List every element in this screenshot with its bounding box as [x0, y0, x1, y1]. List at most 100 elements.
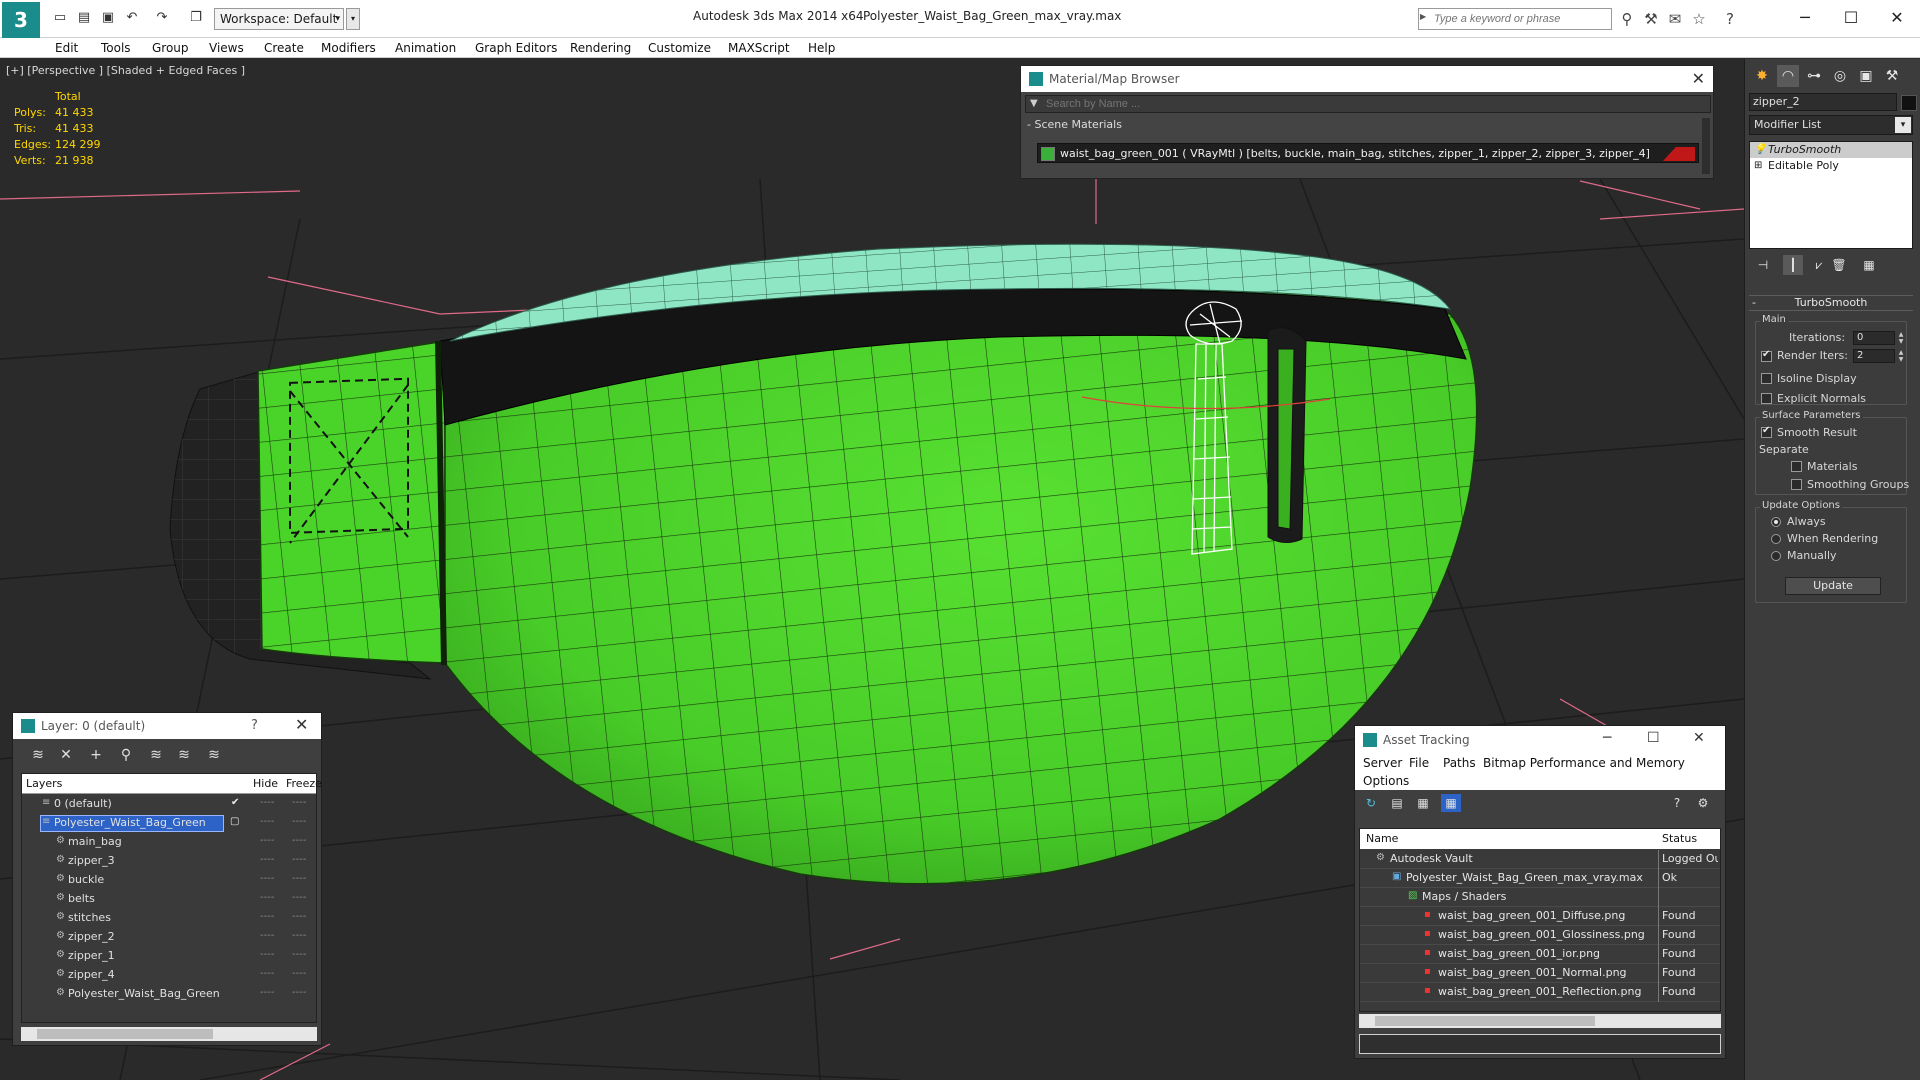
material-search-input[interactable]	[1046, 97, 1686, 111]
new-file-icon[interactable]: ▭	[50, 8, 70, 28]
layer-row[interactable]: ⚙ main_bag ---- ----	[22, 833, 316, 852]
select-objects-icon[interactable]: ⚲	[115, 745, 137, 765]
motion-tab-icon[interactable]: ◎	[1829, 65, 1851, 87]
freeze-toggle[interactable]: ----	[292, 930, 306, 941]
set-current-box-icon[interactable]: ▢	[230, 816, 239, 827]
refresh-icon[interactable]: ↻	[1361, 794, 1381, 812]
update-always-radio[interactable]	[1771, 517, 1781, 527]
asset-row[interactable]: ▨ Maps / Shaders	[1360, 888, 1720, 907]
freeze-toggle[interactable]: ----	[292, 911, 306, 922]
asset-row[interactable]: ▪ waist_bag_green_001_Reflection.png Found	[1360, 983, 1720, 1002]
create-tab-icon[interactable]: ✸	[1751, 65, 1773, 87]
hide-toggle[interactable]: ----	[260, 892, 274, 903]
menu-create[interactable]: Create	[264, 41, 304, 55]
display-tab-icon[interactable]: ▣	[1855, 65, 1877, 87]
modifier-list-dropdown[interactable]: Modifier List ▾	[1749, 115, 1913, 135]
search-expand-icon[interactable]: ▶	[1420, 12, 1426, 21]
open-file-icon[interactable]: ▤	[74, 8, 94, 28]
close-icon[interactable]: ✕	[1874, 3, 1920, 33]
separate-materials-checkbox[interactable]	[1791, 461, 1802, 472]
hide-toggle[interactable]: ----	[260, 816, 274, 827]
material-browser-titlebar[interactable]: Material/Map Browser ✕	[1021, 66, 1713, 92]
hide-toggle[interactable]: ----	[260, 987, 274, 998]
add-to-layer-icon[interactable]: +	[85, 745, 107, 765]
material-browser-scrollbar[interactable]	[1702, 118, 1710, 174]
layer-row[interactable]: ⚙ zipper_4 ---- ----	[22, 966, 316, 985]
asset-row[interactable]: ▪ waist_bag_green_001_Normal.png Found	[1360, 964, 1720, 983]
communication-icon[interactable]: ✉	[1665, 9, 1685, 29]
hide-toggle[interactable]: ----	[260, 968, 274, 979]
make-unique-icon[interactable]: ⩗	[1809, 255, 1829, 275]
layer-row[interactable]: ⚙ zipper_3 ---- ----	[22, 852, 316, 871]
asset-row[interactable]: ▪ waist_bag_green_001_ior.png Found	[1360, 945, 1720, 964]
delete-layer-icon[interactable]: ✕	[55, 745, 77, 765]
layer-row[interactable]: ≡ Polyester_Waist_Bag_Green ▢ ---- ----	[22, 814, 316, 833]
save-file-icon[interactable]: ▣	[98, 8, 118, 28]
menu-server[interactable]: Server	[1363, 756, 1402, 770]
render-iters-spinner[interactable]: 2	[1853, 349, 1895, 363]
menu-options[interactable]: Options	[1363, 774, 1409, 788]
spinner-arrows-icon[interactable]: ▲ ▼	[1897, 331, 1905, 345]
workspace-dropdown-button[interactable]: ▾	[346, 8, 360, 30]
freeze-toggle[interactable]: ----	[292, 797, 306, 808]
help-button[interactable]: ?	[251, 718, 258, 733]
menu-graph-editors[interactable]: Graph Editors	[475, 41, 557, 55]
freeze-toggle[interactable]: ----	[292, 873, 306, 884]
scrollbar-thumb[interactable]	[37, 1029, 213, 1039]
object-name-field[interactable]: zipper_2	[1749, 93, 1897, 111]
create-layer-icon[interactable]: ≋	[27, 745, 49, 765]
close-icon[interactable]: ✕	[1692, 69, 1705, 88]
layer-row[interactable]: ⚙ stitches ---- ----	[22, 909, 316, 928]
maximize-icon[interactable]: ☐	[1828, 3, 1874, 33]
update-manually-radio[interactable]	[1771, 551, 1781, 561]
redo-icon[interactable]: ↷	[152, 8, 172, 28]
separate-smoothing-groups-checkbox[interactable]	[1791, 479, 1802, 490]
update-button[interactable]: Update	[1785, 577, 1881, 595]
undo-icon[interactable]: ↶	[122, 8, 142, 28]
menu-tools[interactable]: Tools	[101, 41, 131, 55]
close-icon[interactable]: ✕	[1693, 730, 1705, 746]
asset-tracking-titlebar[interactable]: Asset Tracking ─ ☐ ✕	[1355, 726, 1725, 754]
table-view-icon[interactable]: ▦	[1413, 794, 1433, 812]
lightbulb-icon[interactable]: 💡	[1754, 142, 1766, 158]
set-current-layer-icon[interactable]: ≋	[173, 745, 195, 765]
configure-sets-icon[interactable]: ▦	[1859, 255, 1879, 275]
spinner-arrows-icon[interactable]: ▲ ▼	[1897, 349, 1905, 363]
minimize-icon[interactable]: ─	[1782, 3, 1828, 33]
freeze-toggle[interactable]: ----	[292, 968, 306, 979]
freeze-toggle[interactable]: ----	[292, 987, 306, 998]
search-input[interactable]	[1434, 9, 1610, 29]
show-end-result-icon[interactable]: ┃	[1783, 255, 1803, 275]
remove-modifier-icon[interactable]: 🗑	[1829, 255, 1849, 275]
options-icon[interactable]: ⚙	[1693, 794, 1713, 812]
menu-paths[interactable]: Paths	[1443, 756, 1476, 770]
column-status[interactable]: Status	[1662, 832, 1697, 845]
update-when-rendering-radio[interactable]	[1771, 534, 1781, 544]
explicit-normals-checkbox[interactable]	[1761, 393, 1772, 404]
object-color-swatch[interactable]	[1901, 95, 1917, 111]
pin-stack-icon[interactable]: ⊣	[1753, 255, 1773, 275]
project-folder-icon[interactable]: ❐	[186, 8, 206, 28]
menu-edit[interactable]: Edit	[55, 41, 78, 55]
asset-row[interactable]: ⚙ Autodesk Vault Logged Out	[1360, 850, 1720, 869]
hide-toggle[interactable]: ----	[260, 949, 274, 960]
subscription-icon[interactable]: ⚒	[1641, 9, 1661, 29]
freeze-toggle[interactable]: ----	[292, 816, 306, 827]
stack-item-editable-poly[interactable]: ⊞ Editable Poly	[1750, 158, 1912, 174]
material-row[interactable]: waist_bag_green_001 ( VRayMtl ) [belts, …	[1037, 143, 1699, 163]
hierarchy-tab-icon[interactable]: ⊶	[1803, 65, 1825, 87]
iterations-spinner[interactable]: 0	[1853, 331, 1895, 345]
app-logo-icon[interactable]: 3	[2, 2, 40, 38]
maximize-icon[interactable]: ☐	[1647, 730, 1660, 746]
asset-path-field[interactable]	[1359, 1034, 1721, 1054]
current-layer-check-icon[interactable]: ✔	[231, 797, 239, 808]
detail-view-icon[interactable]: ▦	[1441, 794, 1461, 812]
layer-row[interactable]: ⚙ zipper_2 ---- ----	[22, 928, 316, 947]
menu-help[interactable]: Help	[808, 41, 835, 55]
menu-views[interactable]: Views	[209, 41, 244, 55]
workspace-select[interactable]: Workspace: Default ▾	[214, 8, 344, 30]
menu-animation[interactable]: Animation	[395, 41, 456, 55]
scene-materials-group[interactable]: - Scene Materials	[1027, 118, 1122, 131]
freeze-toggle[interactable]: ----	[292, 835, 306, 846]
modify-tab-icon[interactable]: ◠	[1777, 65, 1799, 87]
